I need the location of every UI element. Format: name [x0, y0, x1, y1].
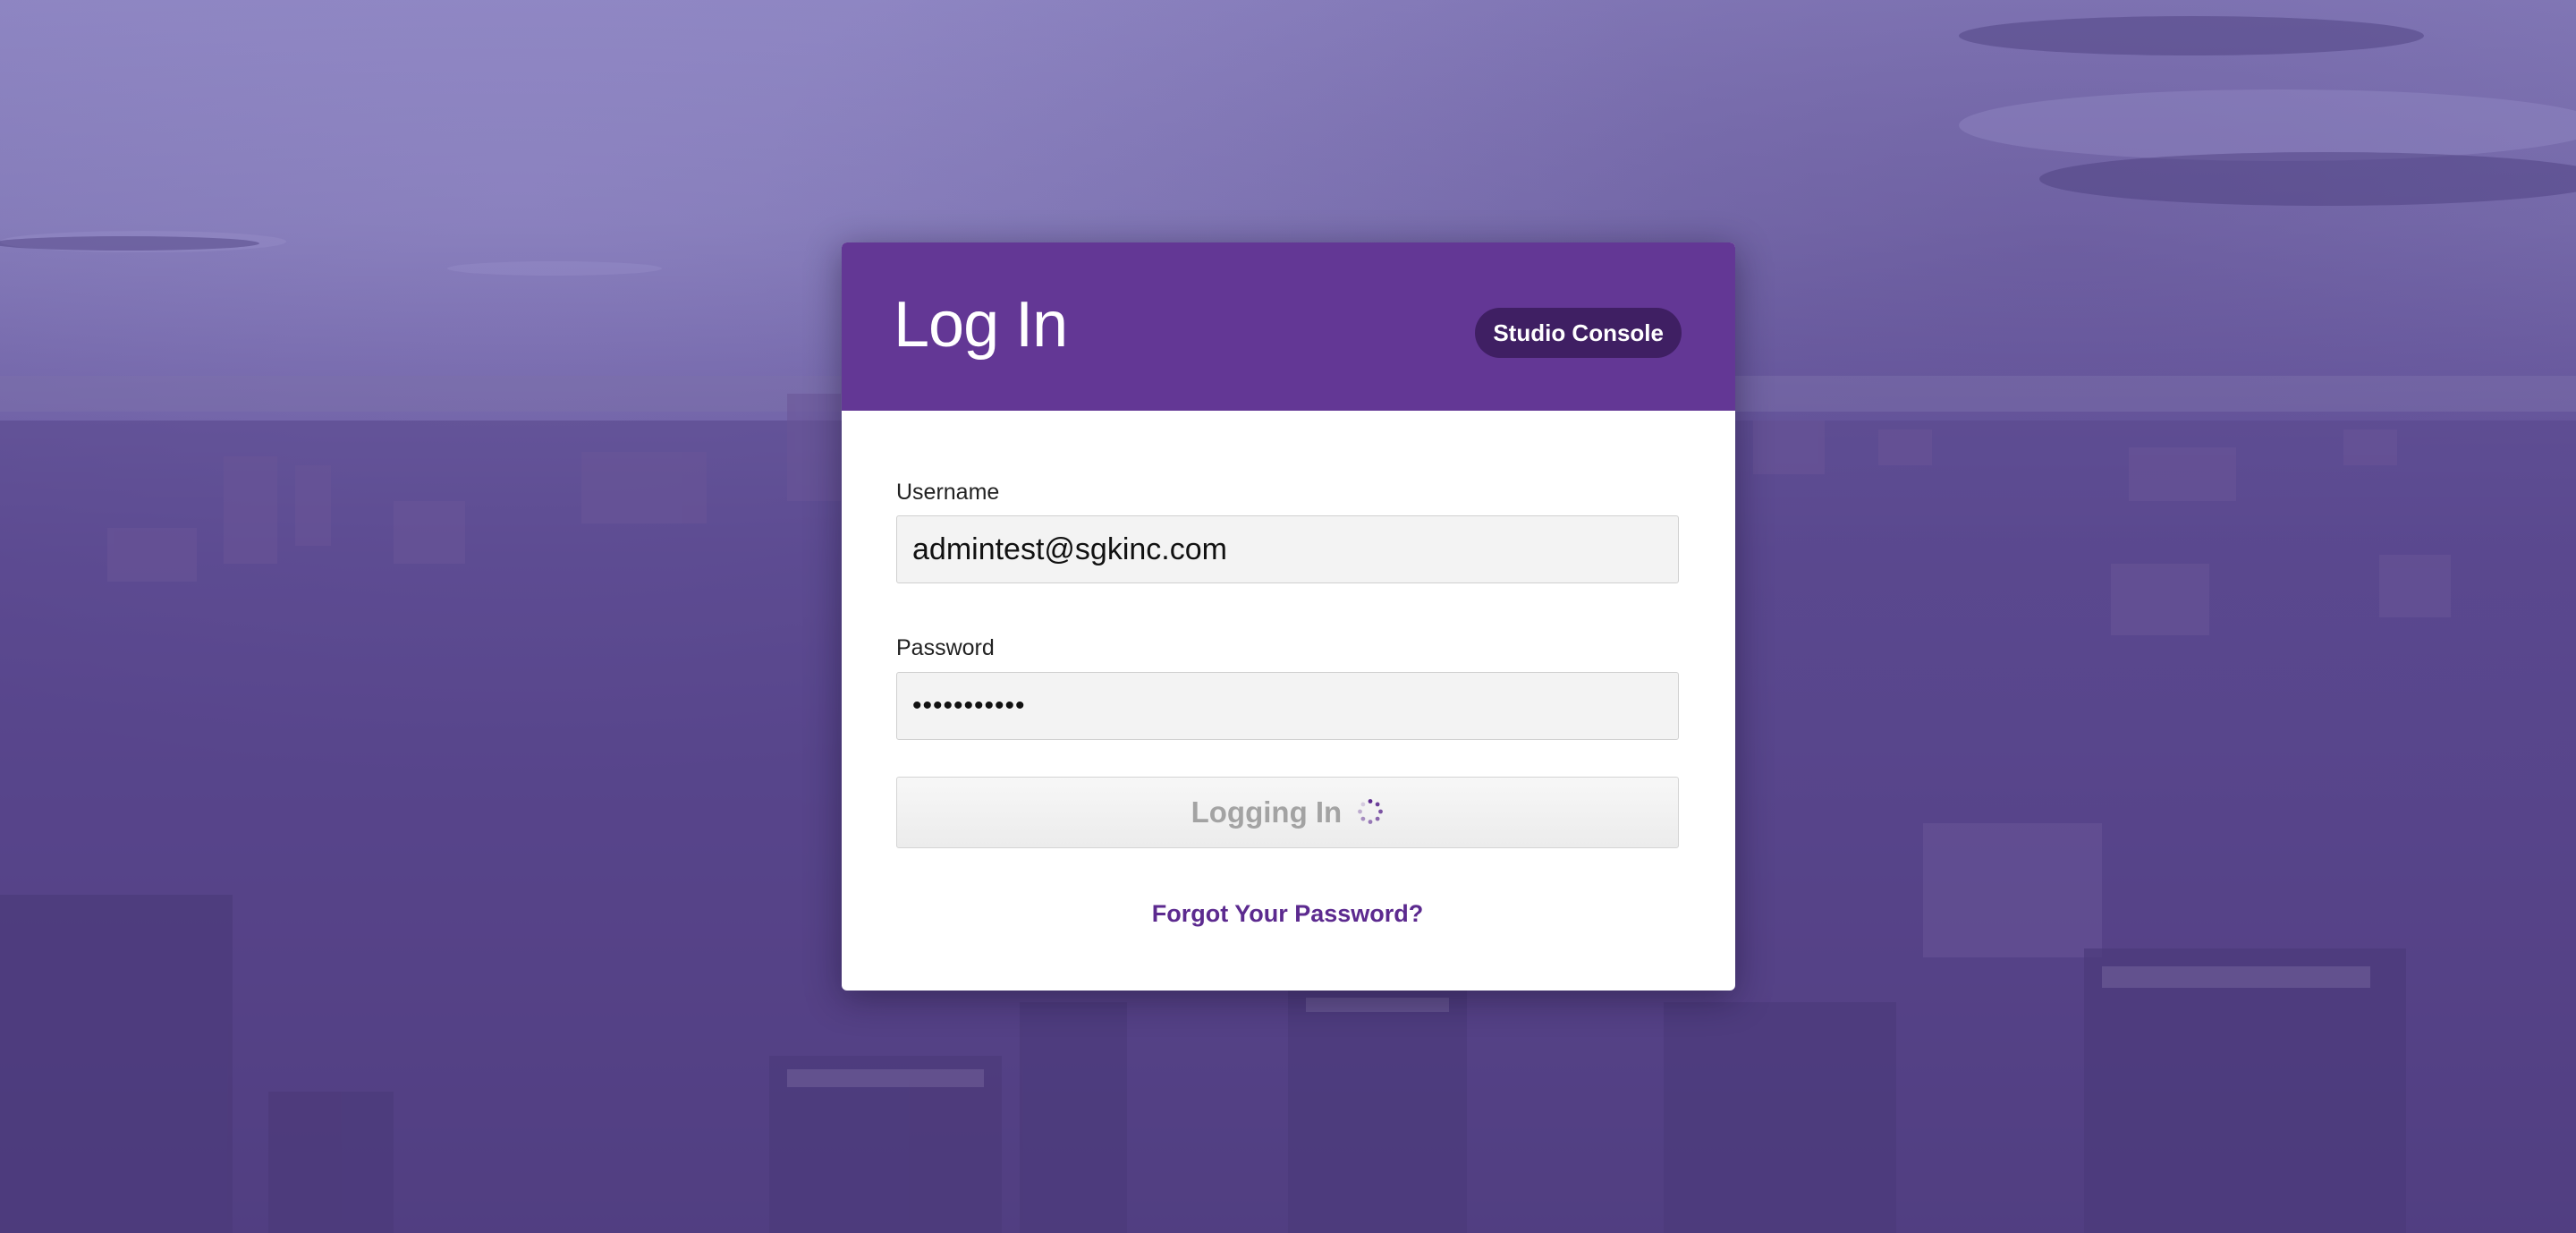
- username-input[interactable]: admintest@sgkinc.com: [896, 515, 1679, 583]
- forgot-password-link[interactable]: Forgot Your Password?: [896, 900, 1679, 928]
- login-card-header: Log In Studio Console: [842, 242, 1735, 411]
- password-label: Password: [896, 635, 995, 660]
- page-title: Log In: [894, 289, 1068, 361]
- login-submit-button[interactable]: Logging In: [896, 777, 1679, 848]
- username-label: Username: [896, 480, 1000, 505]
- studio-console-badge: Studio Console: [1475, 308, 1682, 358]
- login-card: Log In Studio Console Username admintest…: [842, 242, 1735, 991]
- loading-spinner-icon: [1358, 799, 1384, 825]
- login-submit-label: Logging In: [1191, 795, 1343, 829]
- password-input[interactable]: •••••••••••: [896, 672, 1679, 740]
